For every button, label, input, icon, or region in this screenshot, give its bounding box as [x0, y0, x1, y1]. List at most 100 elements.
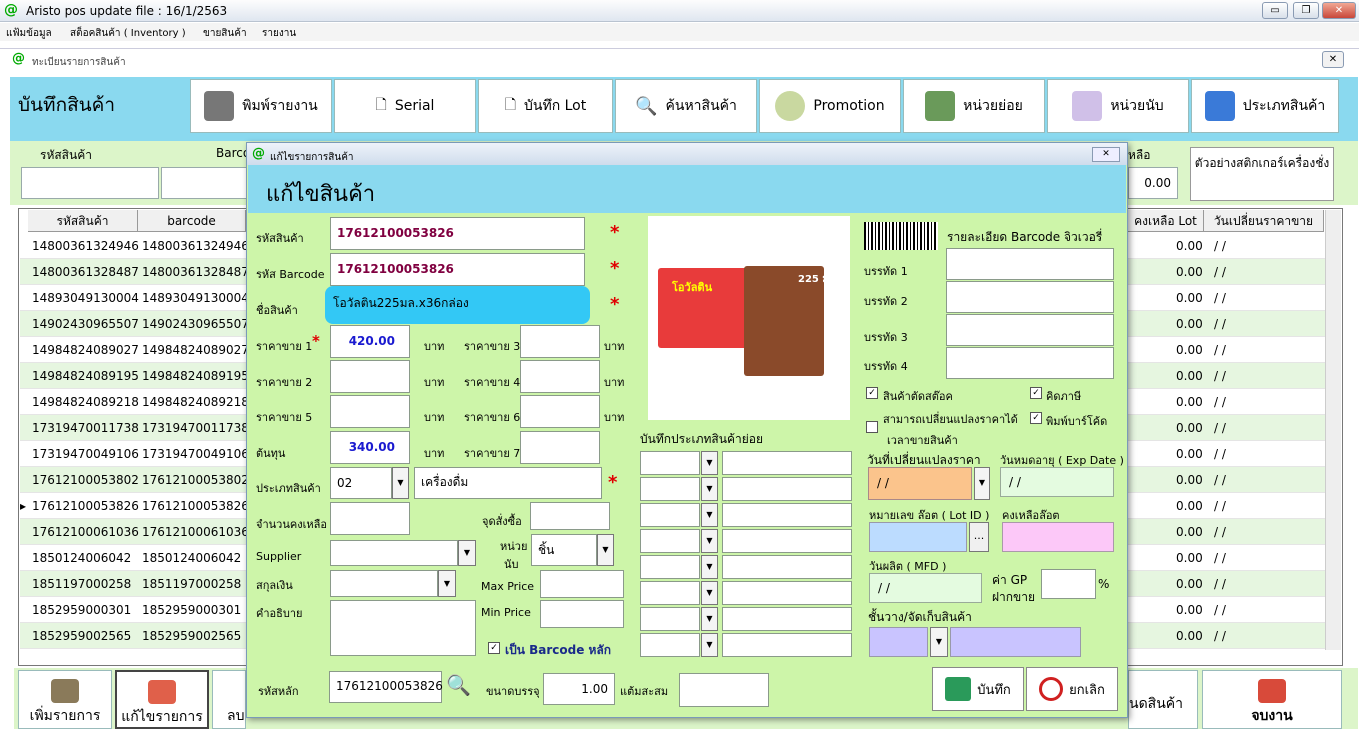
subunit-button[interactable]: หน่วยย่อย	[903, 79, 1045, 133]
change-price-checkbox[interactable]	[866, 421, 878, 433]
column-header-lot-remain[interactable]: คงเหลือ Lot	[1128, 210, 1204, 232]
price-change-date-input[interactable]: / /	[868, 467, 972, 500]
description-textarea[interactable]	[330, 600, 476, 656]
cost-input[interactable]: 340.00	[330, 431, 410, 464]
filter-code-input[interactable]	[21, 167, 159, 199]
unit-button[interactable]: หน่วยนับ	[1047, 79, 1189, 133]
lot-id-input[interactable]	[869, 522, 967, 552]
line2-input[interactable]	[946, 281, 1114, 313]
set-product-button[interactable]: นดสินค้า	[1128, 670, 1198, 729]
subtype-code-select[interactable]	[640, 451, 700, 475]
menu-inventory[interactable]: สต็อคสินค้า ( Inventory )	[70, 26, 186, 41]
print-barcode-checkbox[interactable]: ✓	[1030, 412, 1042, 424]
subtype-name-input[interactable]	[722, 503, 852, 527]
min-price-input[interactable]	[540, 600, 624, 628]
column-header-code[interactable]: รหัสสินค้า	[28, 210, 138, 232]
subtype-code-select[interactable]	[640, 477, 700, 501]
promotion-button[interactable]: Promotion	[759, 79, 901, 133]
column-header-barcode[interactable]: barcode	[138, 210, 246, 232]
chevron-down-icon[interactable]: ▼	[458, 540, 476, 566]
restore-button[interactable]: ❐	[1293, 2, 1319, 19]
sticker-preview-button[interactable]: ตัวอย่างสติกเกอร์เครื่องชั่ง	[1190, 147, 1334, 201]
product-type-button[interactable]: ประเภทสินค้า	[1191, 79, 1339, 133]
chevron-down-icon[interactable]: ▼	[701, 503, 718, 527]
delete-item-button[interactable]: ลบ	[212, 670, 246, 729]
lot-remain-input[interactable]	[1002, 522, 1114, 552]
minimize-button[interactable]: ▭	[1262, 2, 1288, 19]
quantity-input[interactable]	[330, 502, 410, 535]
chevron-down-icon[interactable]: ▼	[701, 451, 718, 475]
menu-sales[interactable]: ขายสินค้า	[203, 26, 247, 41]
barcode-input[interactable]: 17612100053826	[330, 253, 585, 286]
tax-checkbox[interactable]: ✓	[1030, 387, 1042, 399]
chevron-down-icon[interactable]: ▼	[392, 467, 409, 499]
max-price-input[interactable]	[540, 570, 624, 598]
exp-date-input[interactable]: / /	[1000, 467, 1114, 497]
menu-report[interactable]: รายงาน	[262, 26, 296, 41]
product-name-input[interactable]: โอวัลติน225มล.x36กล่อง	[325, 286, 590, 324]
exit-button[interactable]: จบงาน	[1202, 670, 1342, 729]
subtype-code-select[interactable]	[640, 529, 700, 553]
line1-input[interactable]	[946, 248, 1114, 280]
save-lot-button[interactable]: 🗋 บันทึก Lot	[478, 79, 613, 133]
chevron-down-icon[interactable]: ▼	[701, 607, 718, 631]
close-button[interactable]: ✕	[1322, 2, 1356, 19]
subwindow-close-button[interactable]: ✕	[1322, 51, 1344, 68]
shelf-name-input[interactable]	[950, 627, 1081, 657]
edit-item-button[interactable]: แก้ไขรายการ	[115, 670, 209, 729]
mfd-input[interactable]: / /	[869, 573, 982, 603]
subtype-code-select[interactable]	[640, 581, 700, 605]
serial-button[interactable]: 🗋 Serial	[334, 79, 476, 133]
price4-input[interactable]	[520, 360, 600, 393]
shelf-select[interactable]	[869, 627, 928, 657]
table-scrollbar[interactable]	[1325, 210, 1341, 650]
price2-input[interactable]	[330, 360, 410, 393]
lot-browse-button[interactable]: ...	[969, 522, 989, 552]
subtype-name-input[interactable]	[722, 633, 852, 657]
chevron-down-icon[interactable]: ▼	[597, 534, 614, 566]
subtype-code-select[interactable]	[640, 633, 700, 657]
price3-input[interactable]	[520, 325, 600, 358]
gp-input[interactable]	[1041, 569, 1096, 599]
column-header-price-change-date[interactable]: วันเปลี่ยนราคาขาย	[1204, 210, 1324, 232]
search-icon[interactable]: 🔍	[446, 673, 471, 697]
pack-size-input[interactable]: 1.00	[543, 673, 615, 705]
print-report-button[interactable]: พิมพ์รายงาน	[190, 79, 332, 133]
product-type-code-select[interactable]: 02	[330, 467, 392, 499]
line4-input[interactable]	[946, 347, 1114, 379]
search-product-button[interactable]: 🔍 ค้นหาสินค้า	[615, 79, 757, 133]
subtype-name-input[interactable]	[722, 607, 852, 631]
add-item-button[interactable]: เพิ่มรายการ	[18, 670, 112, 729]
chevron-down-icon[interactable]: ▼	[438, 570, 456, 597]
price7-input[interactable]	[520, 431, 600, 464]
cancel-button[interactable]: ยกเลิก	[1026, 667, 1118, 711]
chevron-down-icon[interactable]: ▼	[930, 627, 948, 657]
subtype-name-input[interactable]	[722, 477, 852, 501]
subtype-name-input[interactable]	[722, 555, 852, 579]
price5-input[interactable]	[330, 395, 410, 428]
product-type-name-input[interactable]: เครื่องดื่ม	[414, 467, 602, 499]
chevron-down-icon[interactable]: ▼	[701, 529, 718, 553]
price6-input[interactable]	[520, 395, 600, 428]
points-input[interactable]	[679, 673, 769, 707]
chevron-down-icon[interactable]: ▼	[701, 581, 718, 605]
subtype-code-select[interactable]	[640, 503, 700, 527]
subtype-name-input[interactable]	[722, 581, 852, 605]
cut-stock-checkbox[interactable]: ✓	[866, 387, 878, 399]
master-code-input[interactable]: 17612100053826	[329, 671, 443, 703]
subtype-code-select[interactable]	[640, 607, 700, 631]
menu-file[interactable]: แฟ้มข้อมูล	[6, 26, 52, 41]
subtype-name-input[interactable]	[722, 529, 852, 553]
chevron-down-icon[interactable]: ▼	[701, 477, 718, 501]
dialog-close-button[interactable]: ✕	[1092, 147, 1120, 162]
subtype-code-select[interactable]	[640, 555, 700, 579]
supplier-select[interactable]	[330, 540, 458, 566]
chevron-down-icon[interactable]: ▼	[701, 555, 718, 579]
main-barcode-checkbox[interactable]: ✓	[488, 642, 500, 654]
product-code-input[interactable]: 17612100053826	[330, 217, 585, 250]
filter-barcode-input[interactable]	[161, 167, 247, 199]
chevron-down-icon[interactable]: ▼	[974, 467, 990, 500]
price1-input[interactable]: 420.00	[330, 325, 410, 358]
line3-input[interactable]	[946, 314, 1114, 346]
reorder-input[interactable]	[530, 502, 610, 530]
